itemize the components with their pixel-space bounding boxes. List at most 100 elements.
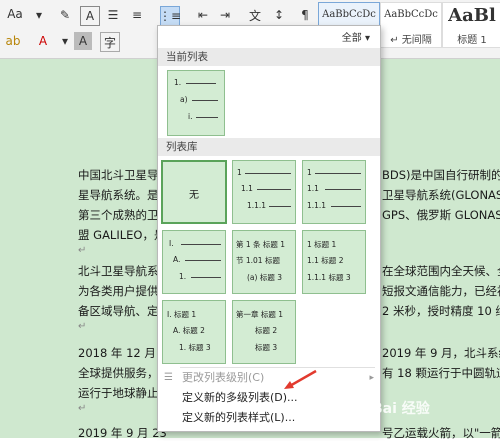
change-case-label: Aa [7, 7, 23, 21]
doc-line-right: 在全球范围内全天候、全 [382, 264, 500, 278]
clear-format-icon[interactable]: ✎ [56, 6, 74, 24]
doc-line-right: 号乙运载火箭，以"一箭双 [382, 426, 500, 440]
doc-line: 为各类用户提供 [78, 284, 159, 298]
submenu-arrow-icon: ▸ [369, 373, 374, 383]
multilevel-list-menu: 全部 ▾ 当前列表 1. a) i. 列表库 无 1 1.1 1.1.1 1 1… [157, 25, 381, 432]
tile-level-label: 1. [179, 272, 187, 281]
list-none-tile[interactable]: 无 [161, 160, 227, 224]
decrease-indent-icon[interactable]: ⇤ [194, 6, 212, 24]
numbered-list-icon[interactable]: ≡ [128, 6, 146, 24]
list-roman-tile[interactable]: I. A. 1. [162, 230, 226, 294]
change-list-level-item[interactable]: ☰ 更改列表级别(C) ▸ [158, 368, 380, 388]
annotation-arrow-icon [284, 369, 317, 389]
doc-line: 第三个成熟的卫 [78, 208, 159, 222]
tile-rule [315, 173, 361, 174]
enclose-char-icon[interactable]: 字 [100, 32, 120, 52]
menu-filter-bar: 全部 ▾ [158, 26, 380, 46]
doc-line-right: GPS、俄罗斯 GLONASS [382, 208, 500, 222]
tile-level-label: 1. 标题 3 [179, 343, 211, 352]
change-list-level-label: 更改列表级别(C) [182, 371, 265, 384]
list-article-section-tile[interactable]: 第 1 条 标题 1 节 1.01 标题 (a) 标题 3 [232, 230, 296, 294]
paragraph-mark: ↵ [78, 403, 87, 414]
doc-line-right: 短报文通信能力，已经初 [382, 284, 500, 298]
doc-line-right: 2019 年 9 月，北斗系统正 [382, 346, 500, 360]
tile-level-label: I. [169, 239, 174, 248]
tile-level-label: 标题 3 [255, 343, 278, 352]
style-heading-1[interactable]: AaBl 标题 1 [442, 2, 500, 48]
doc-line-right: 2 米秒，授时精度 10 纳 [382, 304, 500, 318]
tile-rule [191, 277, 221, 278]
style-sample: AaBbCcDc [322, 9, 376, 20]
tile-rule [192, 100, 218, 101]
tile-level-label: i. [188, 112, 193, 121]
current-list-section-title: 当前列表 [158, 48, 380, 66]
increase-indent-icon[interactable]: ⇥ [216, 6, 234, 24]
shading-icon[interactable]: A [74, 32, 92, 50]
tile-level-label: I. 标题 1 [167, 310, 197, 319]
tile-level-label: 1.1 [241, 184, 253, 193]
doc-line-right: BDS)是中国自行研制的全 [382, 168, 500, 182]
define-list-style-item[interactable]: 定义新的列表样式(L)... [158, 408, 380, 428]
tile-rule [181, 244, 221, 245]
change-case-button[interactable]: Aa [4, 6, 26, 22]
show-marks-icon[interactable]: ¶ [296, 6, 314, 24]
tile-level-label: 节 1.01 标题 [236, 256, 280, 265]
tile-level-label: 1.1.1 [307, 201, 327, 210]
tile-level-label: A. 标题 2 [173, 326, 205, 335]
font-color-dropdown-icon[interactable]: ▾ [56, 32, 74, 50]
sort-icon[interactable]: ↕ [270, 6, 288, 24]
list-heading-roman-tile[interactable]: I. 标题 1 A. 标题 2 1. 标题 3 [162, 300, 226, 364]
tile-level-label: 第一章 标题 1 [236, 310, 284, 319]
tile-level-label: 标题 2 [255, 326, 278, 335]
current-list-tile[interactable]: 1. a) i. [167, 70, 225, 136]
tile-rule [196, 117, 218, 118]
paragraph-mark: ↵ [78, 245, 87, 256]
style-name: ↵ 无间隔 [390, 35, 432, 46]
doc-line-right: 卫星导航系统(GLONASS [382, 188, 500, 202]
doc-line: 盟 GALILEO，是 [78, 228, 166, 242]
watermark: Bai 经验 [372, 401, 430, 417]
tile-level-label: A. [173, 255, 181, 264]
tile-level-label: (a) 标题 3 [247, 273, 282, 282]
tile-rule [331, 206, 361, 207]
tile-level-label: 1. [174, 78, 182, 87]
style-no-spacing[interactable]: AaBbCcDc ↵ 无间隔 [380, 2, 442, 48]
list-level-icon: ☰ [164, 372, 173, 383]
font-dropdown-chevron-icon[interactable]: ▾ [30, 6, 48, 24]
multilevel-list-icon[interactable]: ⋮≡ [159, 6, 181, 26]
tile-level-label: 1.1.1 标题 3 [307, 273, 351, 282]
tile-level-label: 第 1 条 标题 1 [236, 240, 286, 249]
list-heading-numbered-tile[interactable]: 1 标题 1 1.1 标题 2 1.1.1 标题 3 [302, 230, 366, 294]
list-chapter-tile[interactable]: 第一章 标题 1 标题 2 标题 3 [232, 300, 296, 364]
tile-level-label: 1 [307, 168, 312, 177]
define-multilevel-list-item[interactable]: 定义新的多级列表(D)... [158, 388, 380, 408]
tile-rule [269, 206, 291, 207]
define-list-style-label: 定义新的列表样式(L)... [182, 411, 296, 424]
tile-level-label: 1 标题 1 [307, 240, 337, 249]
list-numbered-tile[interactable]: 1 1.1 1.1.1 [232, 160, 296, 224]
style-sample: AaBl [448, 5, 496, 26]
filter-dropdown[interactable]: 全部 ▾ [342, 29, 370, 44]
paragraph-mark: ↵ [78, 321, 87, 332]
doc-line: 2019 年 9 月 23 [78, 426, 167, 440]
doc-line: 星导航系统。是 [78, 188, 159, 202]
char-border-icon[interactable]: A [80, 6, 100, 26]
bullet-list-icon[interactable]: ☰ [104, 6, 122, 24]
tile-level-label: 1.1.1 [247, 201, 267, 210]
style-sample: AaBbCcDc [384, 9, 438, 20]
none-label: 无 [189, 190, 199, 201]
tile-rule [257, 189, 291, 190]
chinese-layout-icon[interactable]: 文 [246, 6, 264, 24]
list-library-section-title: 列表库 [158, 138, 380, 156]
doc-line: 中国北斗卫星导 [78, 168, 159, 182]
doc-line: 运行于地球静止 [78, 386, 159, 400]
doc-line: 备区域导航、定 [78, 304, 159, 318]
tile-level-label: 1 [237, 168, 242, 177]
doc-line: 全球提供服务， [78, 366, 159, 380]
highlight-icon[interactable]: ab [4, 32, 22, 50]
tile-rule [186, 83, 216, 84]
list-decimal-tile[interactable]: 1 1.1 1.1.1 [302, 160, 366, 224]
tile-level-label: 1.1 标题 2 [307, 256, 344, 265]
tile-rule [245, 173, 291, 174]
font-color-icon[interactable]: A [34, 32, 52, 50]
